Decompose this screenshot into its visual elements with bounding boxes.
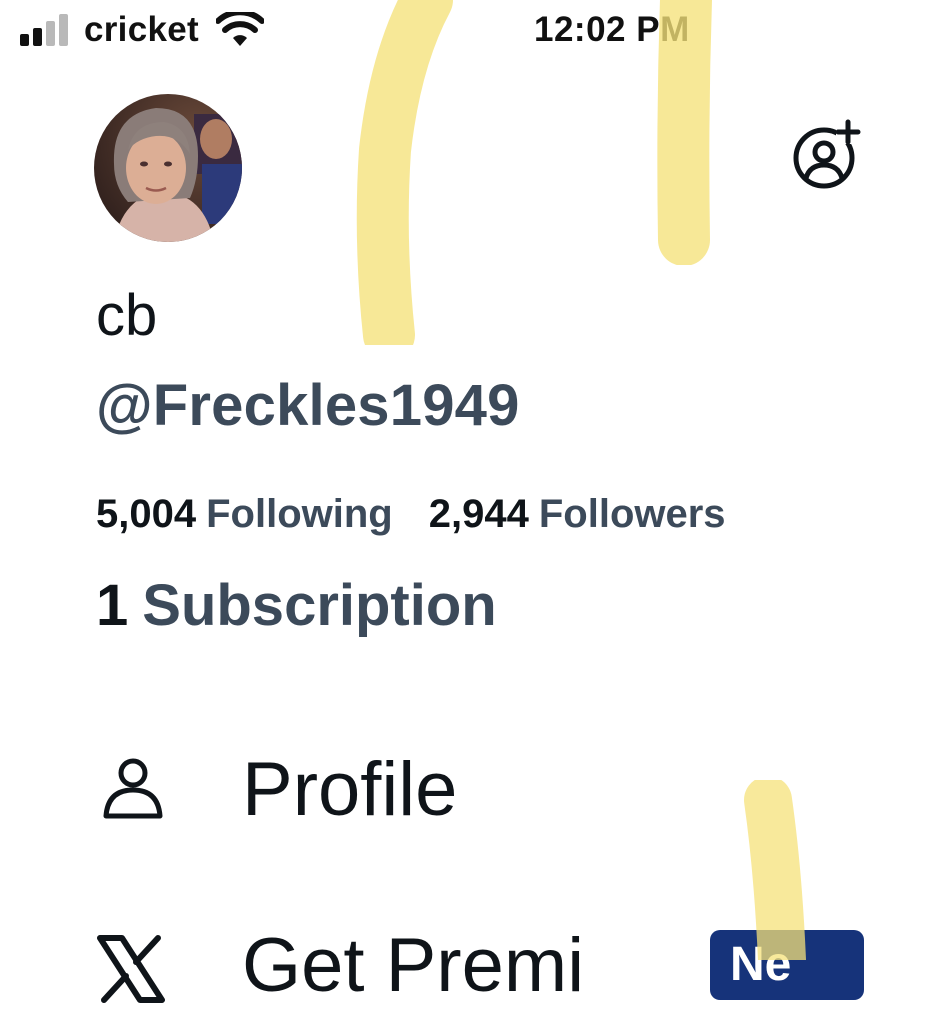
display-name: cb [96,283,158,348]
add-account-icon[interactable] [790,118,864,192]
wifi-icon [216,12,264,46]
new-badge: Ne [710,930,864,1000]
following-label: Following [206,492,393,536]
followers-label: Followers [538,492,726,536]
followers-count: 2,944 [428,492,529,536]
followers-link[interactable]: 2,944 Followers [429,492,726,537]
menu-item-label: Profile [242,747,458,832]
status-time: 12:02 PM [534,10,690,49]
cellular-signal-icon [20,14,68,46]
user-handle: @Freckles1949 [96,373,520,438]
status-bar: cricket 12:02 PM [0,0,944,64]
following-count: 5,004 [96,492,197,536]
person-icon [103,758,163,819]
menu-item-label: Get Premi [242,923,585,1008]
x-logo-icon [97,935,165,1003]
subscription-label: Subscription [142,573,497,638]
subscription-count: 1 [96,573,129,638]
carrier-name: cricket [84,10,199,49]
avatar-photo [94,94,242,242]
subscriptions-link[interactable]: 1 Subscription [96,572,497,639]
follow-stats: 5,004 Following 2,944 Followers [96,492,726,537]
menu-item-profile[interactable]: Profile [96,746,896,846]
avatar[interactable] [94,94,242,242]
following-link[interactable]: 5,004 Following [96,492,393,537]
